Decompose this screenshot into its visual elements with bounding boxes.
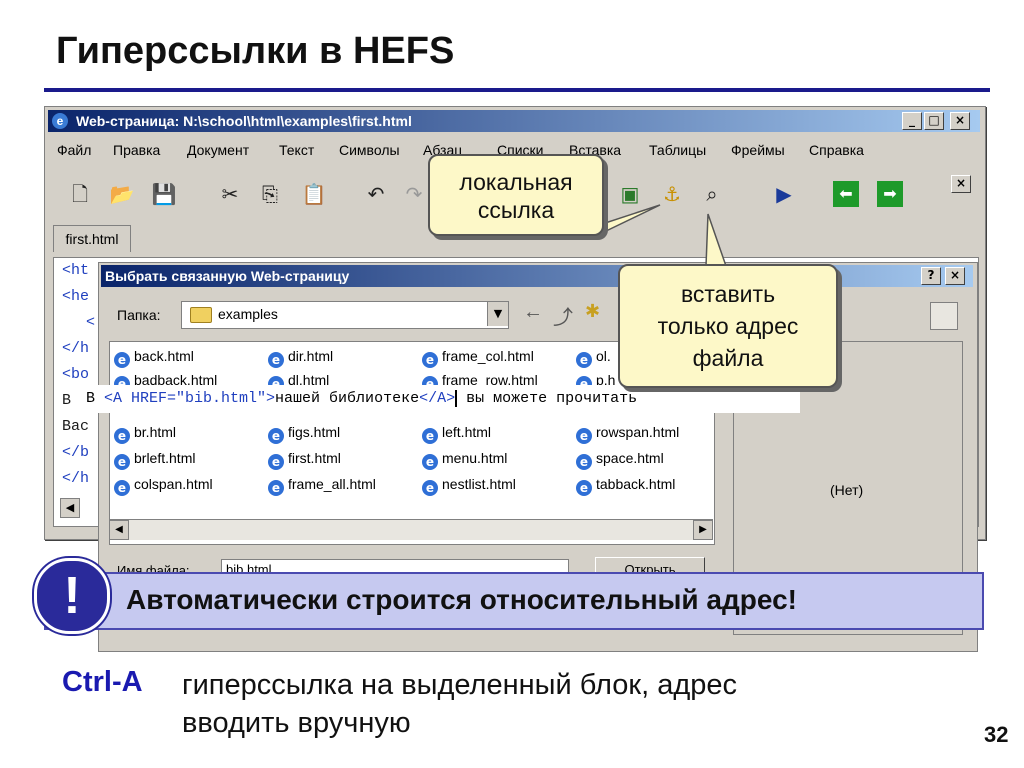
shortcut-key: Ctrl-A — [62, 666, 143, 698]
shortcut-description-line: вводить вручную — [182, 707, 411, 739]
callout-line: вставить — [680, 281, 776, 307]
exclamation-icon: ! — [34, 558, 110, 634]
callout-pointer-insert — [705, 213, 728, 267]
callout-line: только адрес — [657, 313, 799, 339]
shortcut-description-line: гиперссылка на выделенный блок, адрес — [182, 669, 738, 701]
alert-text: Автоматически строится относительный адр… — [126, 584, 797, 615]
callout-line: файла — [692, 345, 764, 371]
shortcut-description: гиперссылка на выделенный блок, адрес вв… — [182, 666, 737, 742]
callout-pointers — [587, 204, 728, 267]
callout-line: ссылка — [477, 197, 555, 223]
callout-local-link: локальная ссылка — [428, 154, 604, 236]
page-number: 32 — [984, 722, 1009, 747]
callout-line: локальная — [459, 169, 573, 195]
alert-banner: Автоматически строится относительный адр… — [44, 572, 984, 630]
callout-insert-address: вставить только адрес файла — [618, 264, 838, 388]
